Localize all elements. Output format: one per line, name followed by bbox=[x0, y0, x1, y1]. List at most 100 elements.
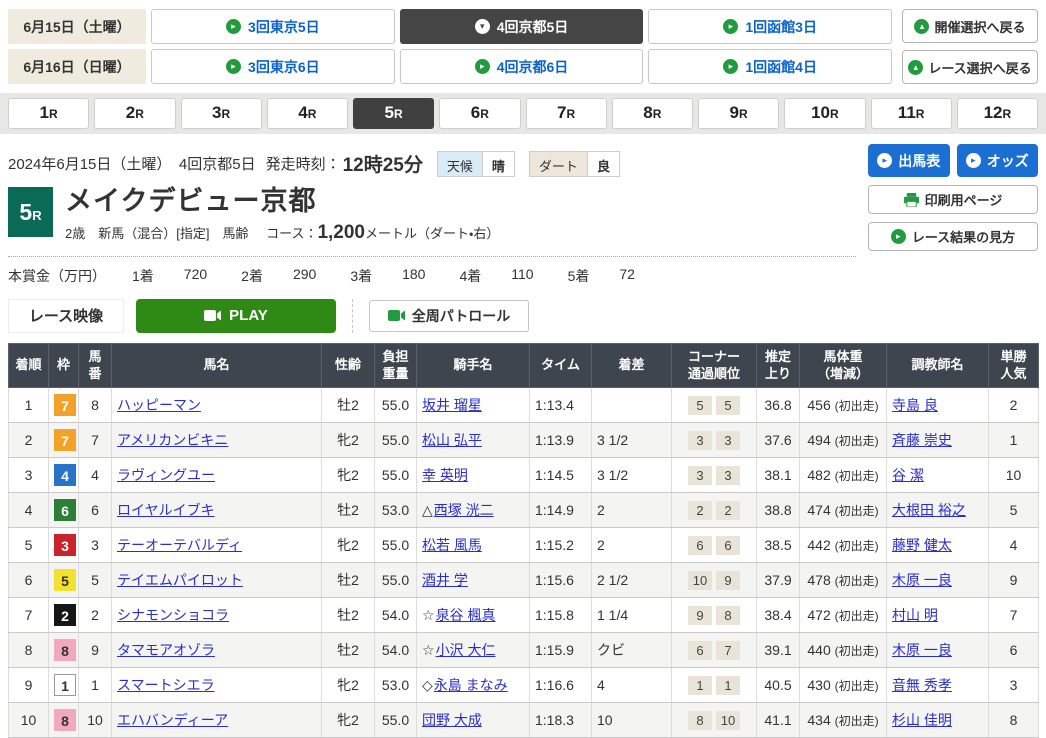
jockey-name-link[interactable]: 松若 風馬 bbox=[422, 537, 482, 553]
horse-number-cell: 8 bbox=[79, 388, 112, 423]
back-to-race-button[interactable]: ▴ レース選択へ戻る bbox=[902, 50, 1038, 84]
arrow-right-circle-icon: ▸ bbox=[877, 153, 892, 168]
margin-cell: 2 bbox=[592, 493, 672, 528]
race-tab-10r[interactable]: 10R bbox=[784, 98, 865, 129]
body-weight-cell: 472 (初出走) bbox=[800, 598, 887, 633]
table-row: 533テーオーテバルディ牝255.0松若 風馬1:15.226638.5442 … bbox=[9, 528, 1039, 563]
corner-position: 1 bbox=[716, 676, 740, 695]
venue-button-kyoto6[interactable]: ▸ 4回京都6日 bbox=[400, 49, 644, 84]
trainer-name-link[interactable]: 谷 潔 bbox=[892, 467, 924, 483]
entry-table-button[interactable]: ▸ 出馬表 bbox=[868, 144, 950, 177]
jockey-name-link[interactable]: 松山 弘平 bbox=[422, 432, 482, 448]
race-tab-4r[interactable]: 4R bbox=[267, 98, 348, 129]
horse-name-link[interactable]: ロイヤルイブキ bbox=[117, 502, 215, 518]
venue-button-hakodate4[interactable]: ▸ 1回函館4日 bbox=[648, 49, 892, 84]
horse-name-link[interactable]: シナモンショコラ bbox=[117, 607, 229, 623]
jockey-name-link[interactable]: 幸 英明 bbox=[422, 467, 468, 483]
jockey-name-link[interactable]: 酒井 学 bbox=[422, 572, 468, 588]
win-favorite-cell: 5 bbox=[989, 493, 1039, 528]
last3f-cell: 41.1 bbox=[757, 703, 800, 738]
printer-icon bbox=[904, 193, 919, 207]
race-tab-1r[interactable]: 1R bbox=[8, 98, 89, 129]
trainer-name-link[interactable]: 大根田 裕之 bbox=[892, 502, 966, 518]
print-page-button[interactable]: 印刷用ページ bbox=[868, 185, 1038, 214]
odds-button[interactable]: ▸ オッズ bbox=[957, 144, 1039, 177]
horse-name-link[interactable]: スマートシエラ bbox=[117, 677, 215, 693]
carried-weight-cell: 53.0 bbox=[375, 668, 417, 703]
jockey-name-link[interactable]: 泉谷 楓真 bbox=[436, 607, 496, 623]
win-favorite-cell: 2 bbox=[989, 388, 1039, 423]
frame-number-badge: 1 bbox=[54, 674, 76, 696]
corner-position: 2 bbox=[688, 501, 712, 520]
corner-position: 5 bbox=[716, 396, 740, 415]
jockey-cell: 団野 大成 bbox=[417, 703, 530, 738]
last3f-cell: 38.5 bbox=[757, 528, 800, 563]
horse-name-cell: テーオーテバルディ bbox=[112, 528, 322, 563]
race-tab-5r[interactable]: 5R bbox=[353, 98, 434, 129]
arrow-right-circle-icon: ▸ bbox=[226, 59, 241, 74]
back-to-kaisai-label: 開催選択へ戻る bbox=[934, 17, 1025, 36]
jockey-name-link[interactable]: 団野 大成 bbox=[422, 712, 482, 728]
race-tab-11r[interactable]: 11R bbox=[871, 98, 952, 129]
jockey-name-link[interactable]: 西塚 洸二 bbox=[434, 502, 494, 518]
jockey-cell: △西塚 洸二 bbox=[417, 493, 530, 528]
table-row: 911スマートシエラ牝253.0◇永島 まなみ1:16.641140.5430 … bbox=[9, 668, 1039, 703]
horse-number-cell: 10 bbox=[79, 703, 112, 738]
race-tab-12r[interactable]: 12R bbox=[957, 98, 1038, 129]
prize-money-row: 本賞金（万円） 1着7202着2903着1804着1105着72 bbox=[0, 257, 1046, 293]
prize-money-label: 本賞金（万円） bbox=[8, 266, 106, 286]
jockey-name-link[interactable]: 坂井 瑠星 bbox=[422, 397, 482, 413]
track-value: 良 bbox=[588, 152, 619, 176]
corner-position: 3 bbox=[688, 466, 712, 485]
trainer-cell: 斉藤 崇史 bbox=[887, 423, 989, 458]
jockey-name-link[interactable]: 永島 まなみ bbox=[434, 677, 508, 693]
how-to-read-button[interactable]: ▸ レース結果の見方 bbox=[868, 222, 1038, 251]
venue-button-tokyo5[interactable]: ▸ 3回東京5日 bbox=[151, 9, 395, 44]
horse-name-link[interactable]: タマモアオゾラ bbox=[117, 642, 215, 658]
frame-number-badge: 8 bbox=[54, 639, 76, 661]
horse-name-link[interactable]: テーオーテバルディ bbox=[117, 537, 242, 553]
trainer-name-link[interactable]: 音無 秀孝 bbox=[892, 677, 952, 693]
trainer-name-link[interactable]: 寺島 良 bbox=[892, 397, 938, 413]
jockey-name-link[interactable]: 小沢 大仁 bbox=[436, 642, 496, 658]
trainer-name-link[interactable]: 村山 明 bbox=[892, 607, 938, 623]
trainer-name-link[interactable]: 藤野 健太 bbox=[892, 537, 952, 553]
race-tab-number: 1 bbox=[40, 103, 49, 122]
race-number: 5 bbox=[19, 199, 32, 226]
horse-name-link[interactable]: アメリカンビキニ bbox=[117, 432, 228, 448]
race-tab-9r[interactable]: 9R bbox=[698, 98, 779, 129]
trainer-name-link[interactable]: 木原 一良 bbox=[892, 642, 952, 658]
race-tab-7r[interactable]: 7R bbox=[526, 98, 607, 129]
apprentice-mark: ☆ bbox=[422, 642, 435, 658]
horse-name-link[interactable]: ハッピーマン bbox=[117, 397, 201, 413]
trainer-cell: 木原 一良 bbox=[887, 633, 989, 668]
race-tab-2r[interactable]: 2R bbox=[94, 98, 175, 129]
table-row: 10810エハバンディーア牝255.0団野 大成1:18.31081041.14… bbox=[9, 703, 1039, 738]
patrol-video-button[interactable]: 全周パトロール bbox=[369, 300, 529, 332]
corner-position: 9 bbox=[716, 571, 740, 590]
trainer-name-link[interactable]: 斉藤 崇史 bbox=[892, 432, 952, 448]
trainer-name-link[interactable]: 杉山 佳明 bbox=[892, 712, 952, 728]
table-row: 655テイエムパイロット牡255.0酒井 学1:15.62 1/210937.9… bbox=[9, 563, 1039, 598]
prize-item: 5着72 bbox=[568, 266, 669, 286]
venue-button-hakodate3[interactable]: ▸ 1回函館3日 bbox=[648, 9, 892, 44]
horse-name-link[interactable]: ラヴィングユー bbox=[117, 467, 215, 483]
race-tab-8r[interactable]: 8R bbox=[612, 98, 693, 129]
play-button[interactable]: PLAY bbox=[136, 299, 336, 333]
horse-name-link[interactable]: テイエムパイロット bbox=[117, 572, 243, 588]
horse-name-link[interactable]: エハバンディーア bbox=[117, 712, 228, 728]
trainer-name-link[interactable]: 木原 一良 bbox=[892, 572, 952, 588]
venue-button-tokyo6[interactable]: ▸ 3回東京6日 bbox=[151, 49, 395, 84]
rank-cell: 2 bbox=[9, 423, 49, 458]
back-to-kaisai-button[interactable]: ▴ 開催選択へ戻る bbox=[902, 9, 1038, 43]
race-tab-number: 2 bbox=[126, 103, 135, 122]
back-to-race-label: レース選択へ戻る bbox=[928, 58, 1031, 77]
race-tab-6r[interactable]: 6R bbox=[439, 98, 520, 129]
frame-number-badge: 5 bbox=[54, 569, 76, 591]
race-tab-3r[interactable]: 3R bbox=[181, 98, 262, 129]
win-favorite-cell: 10 bbox=[989, 458, 1039, 493]
corner-positions-cell: 33 bbox=[672, 458, 757, 493]
win-favorite-cell: 3 bbox=[989, 668, 1039, 703]
venue-button-kyoto5-selected[interactable]: ▾ 4回京都5日 bbox=[400, 9, 644, 44]
column-header: 騎手名 bbox=[417, 343, 530, 388]
